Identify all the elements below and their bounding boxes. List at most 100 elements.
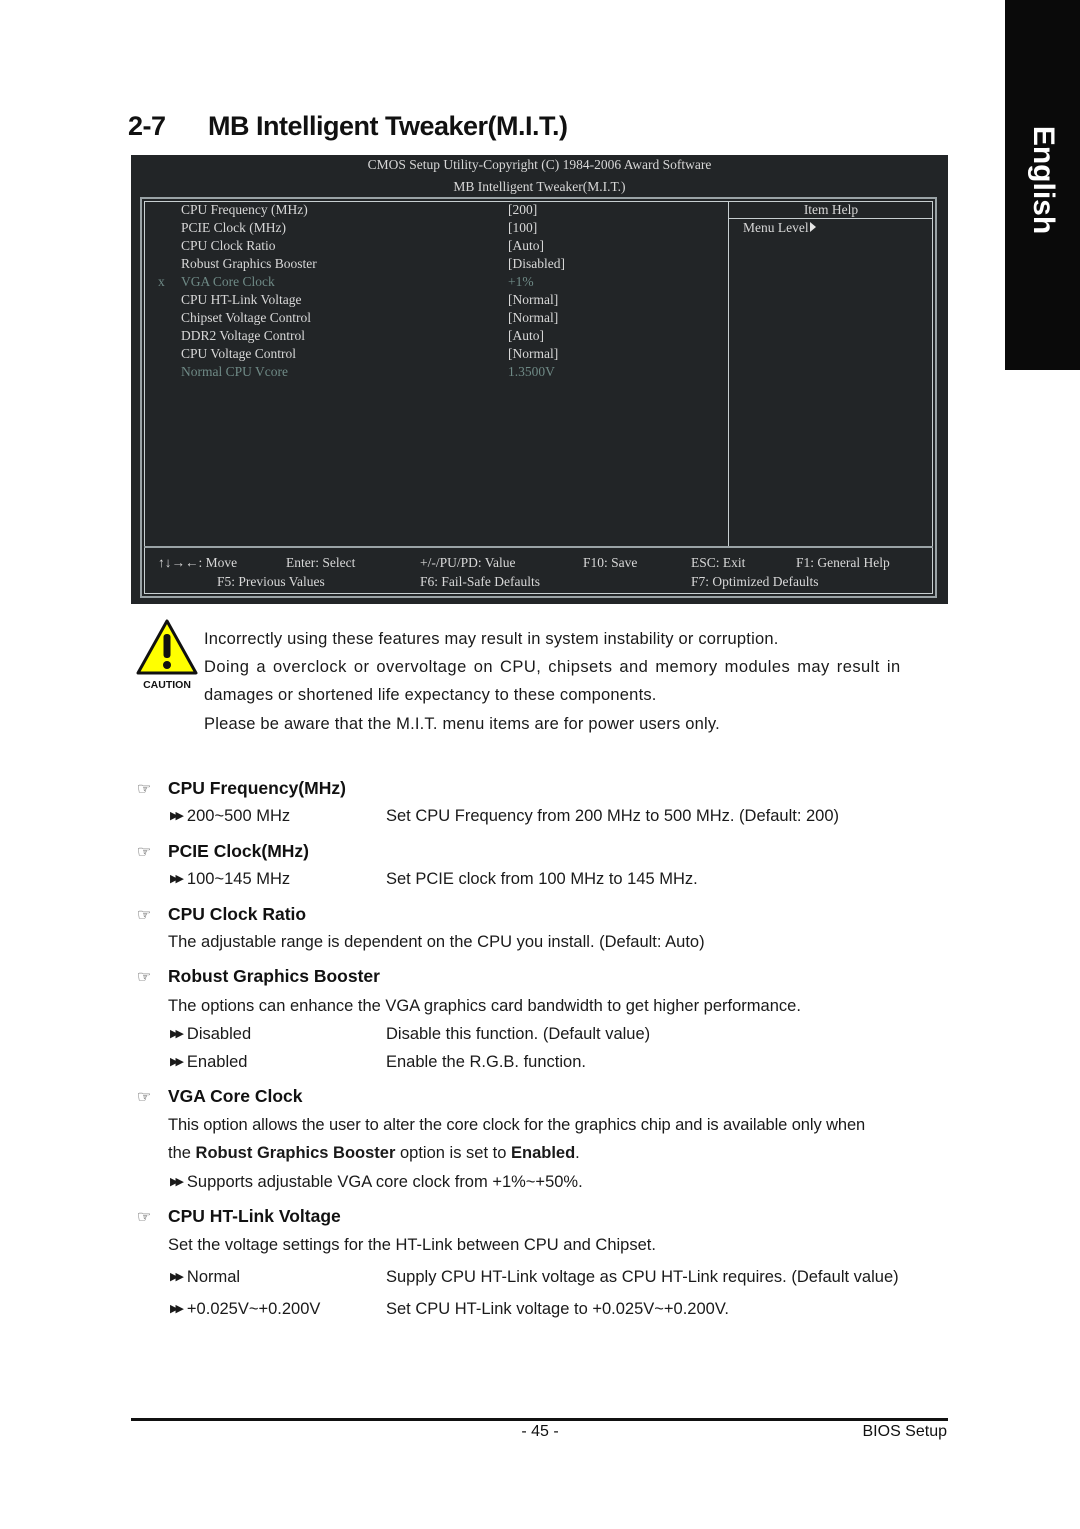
option-label: 200~500 MHz — [186, 807, 291, 825]
item-value: [Normal] — [508, 346, 559, 361]
pointing-hand-icon: ☞ — [137, 1209, 152, 1226]
menu-level-label: Menu Level — [743, 220, 809, 235]
item-mark: x — [158, 274, 165, 289]
section-title: PCIE Clock(MHz) — [168, 841, 309, 861]
help-pane-divider — [728, 201, 729, 547]
option-label: Supports adjustable VGA core clock from … — [186, 1173, 583, 1191]
item-label: DDR2 Voltage Control — [181, 328, 306, 343]
bios-screen: CMOS Setup Utility-Copyright (C) 1984-20… — [131, 155, 948, 604]
item-value: 1.3500V — [508, 364, 555, 379]
key-previous-values: F5: Previous Values — [217, 574, 325, 589]
section-text: The options can enhance the VGA graphics… — [168, 997, 801, 1015]
key-general-help: F1: General Help — [796, 555, 890, 570]
item-label: PCIE Clock (MHz) — [181, 220, 286, 235]
section-pcie-clock: ☞ PCIE Clock(MHz) — [137, 841, 309, 862]
item-label: Robust Graphics Booster — [181, 256, 317, 271]
pointing-hand-icon: ☞ — [137, 907, 152, 924]
option-name: ▶▶ 100~145 MHz — [170, 870, 290, 889]
double-arrow-icon: ▶▶ — [170, 1176, 184, 1188]
key-optimized-defaults: F7: Optimized Defaults — [691, 574, 819, 589]
menu-level: Menu Level — [743, 220, 816, 236]
option-name: ▶▶ 200~500 MHz — [170, 807, 290, 826]
footer-rule — [131, 1418, 948, 1421]
key-fail-safe-defaults: F6: Fail-Safe Defaults — [420, 574, 540, 589]
caution-line: damages or shortened life expectancy to … — [204, 686, 657, 704]
item-label: CPU Frequency (MHz) — [181, 202, 308, 217]
double-arrow-icon: ▶▶ — [170, 1028, 184, 1040]
option-bullet: ▶▶ Supports adjustable VGA core clock fro… — [170, 1173, 583, 1192]
caution-line: Please be aware that the M.I.T. menu ite… — [204, 715, 720, 733]
caution-line: Doing a overclock or overvoltage on CPU,… — [204, 658, 901, 676]
section-robust-graphics-booster: ☞ Robust Graphics Booster — [137, 966, 380, 987]
section-text: the Robust Graphics Booster option is se… — [168, 1144, 580, 1163]
page-number: - 45 - — [521, 1423, 559, 1440]
section-cpu-frequency: ☞ CPU Frequency(MHz) — [137, 778, 346, 799]
section-heading: 2-7 MB Intelligent Tweaker(M.I.T.) — [128, 111, 568, 142]
item-value: [Normal] — [508, 292, 559, 307]
item-value: [Normal] — [508, 310, 559, 325]
option-desc: Set CPU HT-Link voltage to +0.025V~+0.20… — [386, 1300, 729, 1318]
item-value: [Auto] — [508, 238, 544, 253]
option-name: ▶▶ +0.025V~+0.200V — [170, 1300, 320, 1319]
pointing-hand-icon: ☞ — [137, 969, 152, 986]
double-arrow-icon: ▶▶ — [170, 873, 184, 885]
option-desc: Set CPU Frequency from 200 MHz to 500 MH… — [386, 807, 840, 825]
section-text: This option allows the user to alter the… — [168, 1116, 866, 1134]
text-run-bold: Robust Graphics Booster — [195, 1144, 396, 1162]
section-title: MB Intelligent Tweaker(M.I.T.) — [208, 111, 568, 141]
item-value: [100] — [508, 220, 538, 235]
section-cpu-ht-link-voltage: ☞ CPU HT-Link Voltage — [137, 1206, 341, 1227]
bios-copyright: CMOS Setup Utility-Copyright (C) 1984-20… — [367, 157, 712, 172]
language-tab-label: English — [1026, 125, 1060, 235]
text-run-bold: Enabled — [510, 1144, 576, 1162]
item-label: CPU Voltage Control — [181, 346, 297, 361]
option-label: Normal — [186, 1268, 241, 1286]
caution-line: Incorrectly using these features may res… — [204, 630, 779, 648]
option-name: ▶▶ Disabled — [170, 1025, 251, 1044]
footer-section-name: BIOS Setup — [862, 1423, 948, 1440]
pointing-hand-icon: ☞ — [137, 781, 152, 798]
double-arrow-icon: ▶▶ — [170, 810, 184, 822]
option-label: Enabled — [186, 1053, 248, 1071]
option-label: 100~145 MHz — [186, 870, 291, 888]
item-help-title: Item Help — [803, 202, 859, 217]
key-save: F10: Save — [583, 555, 638, 570]
option-desc: Enable the R.G.B. function. — [386, 1053, 586, 1071]
triangle-right-icon — [809, 222, 816, 232]
item-value: +1% — [508, 274, 534, 289]
section-vga-core-clock: ☞ VGA Core Clock — [137, 1086, 303, 1107]
option-desc: Disable this function. (Default value) — [386, 1025, 651, 1043]
text-run: the — [168, 1144, 196, 1162]
section-text: The adjustable range is dependent on the… — [168, 933, 705, 951]
caution-warning-icon: CAUTION — [136, 619, 198, 690]
section-number: 2-7 — [128, 111, 166, 141]
option-desc: Supply CPU HT-Link voltage as CPU HT-Lin… — [386, 1268, 899, 1286]
option-label: Disabled — [186, 1025, 252, 1043]
text-run: . — [575, 1144, 580, 1162]
option-name: ▶▶ Enabled — [170, 1053, 247, 1072]
double-arrow-icon: ▶▶ — [170, 1056, 184, 1068]
section-title: CPU HT-Link Voltage — [168, 1206, 341, 1226]
key-value: +/-/PU/PD: Value — [420, 555, 516, 570]
option-name: ▶▶ Normal — [170, 1268, 240, 1287]
item-value: [200] — [508, 202, 538, 217]
key-exit: ESC: Exit — [691, 555, 746, 570]
section-title: Robust Graphics Booster — [168, 966, 380, 986]
key-select: Enter: Select — [286, 555, 356, 570]
bios-screen-title: MB Intelligent Tweaker(M.I.T.) — [453, 179, 626, 194]
item-label: VGA Core Clock — [181, 274, 275, 289]
item-label: CPU HT-Link Voltage — [181, 292, 302, 307]
section-title: VGA Core Clock — [168, 1086, 303, 1106]
section-text: Set the voltage settings for the HT-Link… — [168, 1236, 656, 1254]
caution-label: CAUTION — [143, 679, 191, 690]
item-value: [Auto] — [508, 328, 544, 343]
language-tab: English — [1005, 0, 1080, 370]
text-run: option is set to — [395, 1144, 511, 1162]
key-move: ↑↓→←: Move — [158, 555, 238, 570]
item-label: Normal CPU Vcore — [181, 364, 288, 379]
item-value: [Disabled] — [508, 256, 565, 271]
section-title: CPU Frequency(MHz) — [168, 778, 346, 798]
pointing-hand-icon: ☞ — [137, 1089, 152, 1106]
option-desc: Set PCIE clock from 100 MHz to 145 MHz. — [386, 870, 698, 888]
item-label: Chipset Voltage Control — [181, 310, 312, 325]
